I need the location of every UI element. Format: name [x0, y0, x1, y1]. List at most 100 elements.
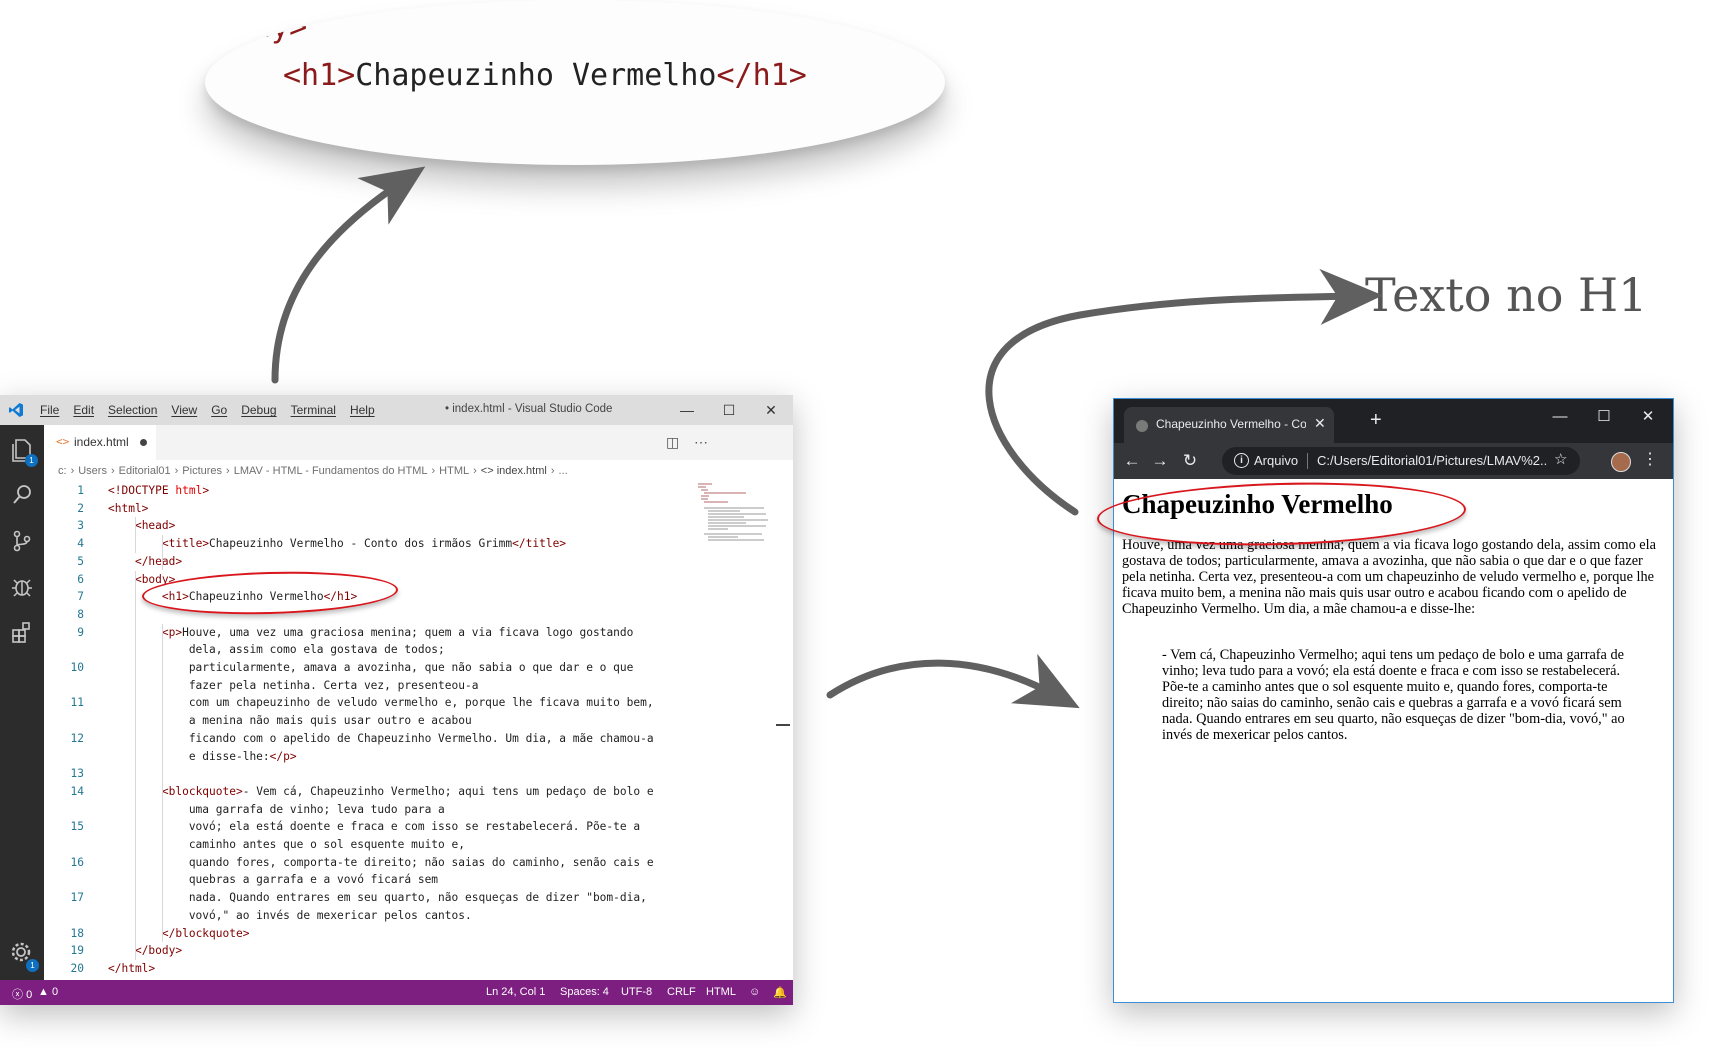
- breadcrumb-item[interactable]: c:: [58, 465, 67, 477]
- code-text: <blockquote>- Vem cá, Chapeuzinho Vermel…: [108, 783, 654, 800]
- breadcrumb-item[interactable]: ...: [559, 465, 568, 477]
- menu-help[interactable]: Help: [350, 403, 375, 417]
- code-text: com um chapeuzinho de veludo vermelho e,…: [108, 694, 654, 711]
- tab-close-icon[interactable]: ✕: [1314, 415, 1326, 432]
- browser-tab[interactable]: Chapeuzinho Vermelho - Conto dos irmãos …: [1124, 407, 1334, 443]
- new-tab-icon[interactable]: +: [1370, 409, 1382, 432]
- breadcrumb-item[interactable]: Pictures: [182, 465, 222, 477]
- code-text: vovó; ela está doente e fraca e com isso…: [108, 818, 640, 835]
- maximize-button[interactable]: ☐: [717, 399, 741, 421]
- code-text: ficando com o apelido de Chapeuzinho Ver…: [108, 730, 654, 747]
- text-token: uma garrafa de vinho; leva tudo para a: [108, 802, 445, 816]
- extensions-icon[interactable]: [8, 619, 36, 647]
- line-number: 5: [77, 554, 84, 568]
- address-url[interactable]: C:/Users/Editorial01/Pictures/LMAV%2...: [1317, 453, 1547, 468]
- indent-guide: [135, 570, 136, 960]
- breadcrumb-item[interactable]: HTML: [439, 465, 469, 477]
- zoom-h1-text: Chapeuzinho Vermelho: [355, 58, 717, 93]
- menu-file[interactable]: File: [40, 403, 59, 417]
- close-button[interactable]: ✕: [759, 399, 783, 421]
- line-number: 20: [70, 961, 84, 975]
- line-number: 8: [77, 607, 84, 621]
- text-token: com um chapeuzinho de veludo vermelho e,…: [108, 696, 654, 710]
- text-token: quebras a garrafa e a vovó ficará sem: [108, 873, 439, 887]
- search-icon[interactable]: [8, 481, 36, 509]
- line-number: 19: [70, 944, 84, 958]
- language-mode[interactable]: HTML: [706, 986, 736, 998]
- menu-go[interactable]: Go: [211, 403, 227, 417]
- cursor-position[interactable]: Ln 24, Col 1: [486, 986, 545, 998]
- line-number: 6: [77, 572, 84, 586]
- back-arrow-icon[interactable]: ←: [1120, 449, 1144, 473]
- rendered-page: Chapeuzinho Vermelho Houve, uma vez uma …: [1122, 479, 1667, 999]
- vscode-window-title: • index.html - Visual Studio Code: [445, 403, 613, 415]
- close-button[interactable]: ✕: [1634, 405, 1662, 429]
- breadcrumb-item[interactable]: Editorial01: [119, 465, 171, 477]
- text-token: particularmente, amava a avozinha, que n…: [108, 661, 634, 674]
- settings-badge: 1: [26, 959, 39, 972]
- code-text: dela, assim como ela gostava de todos;: [108, 641, 445, 658]
- eol-status[interactable]: CRLF: [667, 986, 696, 998]
- unsaved-dot-icon[interactable]: [140, 439, 147, 446]
- more-actions-icon[interactable]: ⋯: [694, 434, 708, 451]
- maximize-button[interactable]: ☐: [1590, 405, 1618, 429]
- code-text: quando fores, comporta-te direito; não s…: [108, 854, 654, 871]
- vscode-menubar: File Edit Selection View Go Debug Terminal Help: [40, 403, 389, 417]
- breadcrumb: c: › Users › Editorial01 › Pictures › LMAV - HTM…: [58, 465, 568, 477]
- html-tag-token: </title>: [512, 537, 567, 551]
- address-bar[interactable]: i Arquivo C:/Users/Editorial01/Pictures/…: [1222, 447, 1580, 475]
- debug-icon[interactable]: [8, 573, 36, 601]
- line-number: 16: [70, 855, 84, 869]
- code-text: </body>: [108, 942, 182, 959]
- menu-edit[interactable]: Edit: [73, 403, 94, 417]
- reload-icon[interactable]: ↻: [1178, 449, 1202, 473]
- indent-guide: [135, 517, 136, 553]
- menu-view[interactable]: View: [171, 403, 197, 417]
- source-control-icon[interactable]: [8, 527, 36, 555]
- minimize-button[interactable]: —: [1546, 405, 1574, 429]
- line-number: 4: [77, 537, 84, 551]
- minimize-button[interactable]: —: [675, 399, 699, 421]
- zoom-h1-close-tag: </h1>: [716, 58, 807, 93]
- split-editor-icon[interactable]: ◫: [666, 434, 679, 451]
- menu-debug[interactable]: Debug: [241, 403, 276, 417]
- kebab-menu-icon[interactable]: ⋮: [1642, 449, 1658, 469]
- indentation-status[interactable]: Spaces: 4: [560, 986, 609, 998]
- bookmark-star-icon[interactable]: ☆: [1554, 450, 1567, 468]
- errors-status[interactable]: ⓧ 0: [12, 986, 32, 1002]
- error-icon: ⓧ: [12, 989, 23, 1001]
- code-editor[interactable]: 1 <!DOCTYPE html> 2 <html> 3 <head> 4 <title>…: [44, 482, 744, 993]
- editor-scrollbar[interactable]: [776, 462, 793, 980]
- breadcrumb-item[interactable]: LMAV - HTML - Fundamentos do HTML: [234, 465, 428, 477]
- text-token: quando fores, comporta-te direito; não s…: [108, 855, 654, 869]
- line-number: 12: [70, 731, 84, 745]
- feedback-smiley-icon[interactable]: ☺: [749, 986, 760, 998]
- warnings-status[interactable]: ▲ 0: [38, 986, 58, 998]
- code-text: <p>Houve, uma vez uma graciosa menina; q…: [108, 624, 634, 641]
- tab-label: index.html: [74, 435, 129, 449]
- tab-index-html[interactable]: <> index.html: [44, 425, 156, 460]
- chrome-tab-strip: Chapeuzinho Vermelho - Conto dos irmãos …: [1114, 399, 1673, 443]
- text-token: - Vem cá, Chapeuzinho Vermelho; aqui ten…: [242, 784, 654, 798]
- info-icon[interactable]: i: [1234, 453, 1249, 468]
- profile-avatar[interactable]: [1611, 452, 1631, 472]
- text-token: Chapeuzinho Vermelho - Conto dos irmãos …: [209, 537, 513, 551]
- forward-arrow-icon[interactable]: →: [1148, 449, 1172, 473]
- menu-terminal[interactable]: Terminal: [291, 403, 336, 417]
- breadcrumb-item[interactable]: Users: [78, 465, 107, 477]
- encoding-status[interactable]: UTF-8: [621, 986, 652, 998]
- line-number: 13: [70, 767, 84, 781]
- notifications-bell-icon[interactable]: 🔔: [773, 986, 787, 999]
- html-tag-token: <title>: [161, 537, 210, 551]
- attribute-token: html: [175, 484, 203, 497]
- code-text: uma garrafa de vinho; leva tudo para a: [108, 801, 445, 818]
- activity-bar: 1 1: [0, 425, 44, 980]
- code-text: </html>: [108, 960, 155, 977]
- breadcrumb-item[interactable]: <> index.html: [481, 465, 547, 477]
- browser-tab-title: Chapeuzinho Vermelho - Conto dos irmãos …: [1156, 417, 1306, 431]
- menu-selection[interactable]: Selection: [108, 403, 157, 417]
- text-token: ficando com o apelido de Chapeuzinho Ver…: [108, 731, 654, 745]
- minimap[interactable]: [698, 482, 773, 542]
- line-number: 14: [70, 784, 84, 798]
